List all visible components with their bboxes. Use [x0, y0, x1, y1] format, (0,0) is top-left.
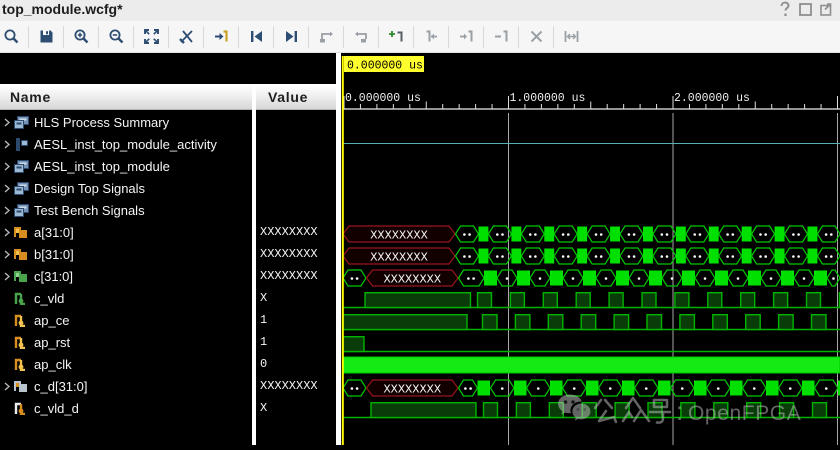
svg-text:2.000000 us: 2.000000 us [674, 92, 750, 105]
svg-text:XXXXXXXX: XXXXXXXX [370, 229, 428, 243]
svg-text:OpenFPGA: OpenFPGA [688, 402, 801, 425]
svg-text:XXXXXXXX: XXXXXXXX [383, 383, 441, 397]
svg-text:XXXXXXXX: XXXXXXXX [370, 251, 428, 265]
svg-text:0.000000 us: 0.000000 us [345, 92, 421, 105]
svg-text:1.000000 us: 1.000000 us [510, 92, 586, 105]
svg-text::: : [676, 396, 683, 426]
svg-text:XXXXXXXX: XXXXXXXX [383, 273, 441, 287]
svg-text:0.000000 us: 0.000000 us [347, 60, 423, 73]
